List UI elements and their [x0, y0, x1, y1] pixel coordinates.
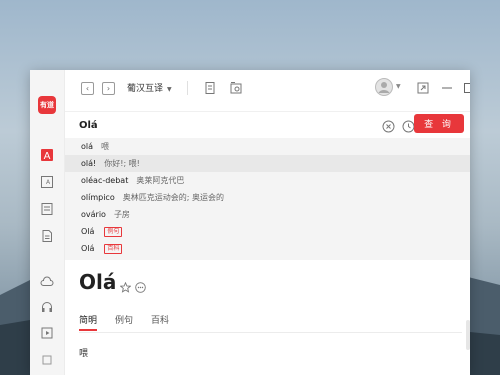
avatar-chevron-icon[interactable]: ▼ [396, 83, 401, 90]
definition-text: 喂 [79, 349, 89, 359]
svg-text:A: A [46, 179, 51, 186]
headset-icon[interactable] [40, 300, 54, 314]
main-panel: ‹ › 葡汉互译 ▼ ▼ Olá 查 询 olá 喂 olá! 你好!; 喂! … [65, 70, 470, 375]
list-item[interactable]: Olá 例句 [65, 223, 470, 240]
search-bar: 查 询 [65, 111, 470, 138]
encyclopedia-tag-badge: 百科 [104, 243, 123, 254]
back-button[interactable]: ‹ [81, 82, 94, 95]
tabs-divider [79, 332, 462, 333]
suggestion-list: olá 喂 olá! 你好!; 喂! oléac-debat 奥莱阿克代巴 ol… [65, 138, 470, 260]
notes-icon[interactable] [203, 80, 217, 94]
language-selector[interactable]: 葡汉互译 ▼ [127, 81, 172, 94]
screenshot-translate-icon[interactable] [229, 80, 243, 94]
toolbar-divider [187, 81, 188, 95]
square-icon[interactable] [40, 353, 54, 367]
list-item[interactable]: oléac-debat 奥莱阿克代巴 [65, 172, 470, 189]
app-logo: 有道 [38, 96, 56, 114]
chevron-down-icon: ▼ [167, 86, 172, 93]
suggestion-word: olímpico [81, 193, 115, 202]
clear-icon[interactable] [382, 118, 395, 133]
list-item[interactable]: ovário 子房 [65, 206, 470, 223]
cloud-icon[interactable] [40, 275, 54, 289]
svg-text:A: A [44, 151, 51, 162]
toolbar: ‹ › 葡汉互译 ▼ ▼ [65, 70, 470, 106]
headword-title: Olá [79, 270, 117, 294]
list-item[interactable]: olá 喂 [65, 138, 470, 155]
list-item[interactable]: olá! 你好!; 喂! [65, 155, 470, 172]
tab-encyclopedia[interactable]: 百科 [151, 313, 169, 326]
video-icon[interactable] [40, 326, 54, 340]
suggestion-word: ovário [81, 210, 106, 219]
search-button[interactable]: 查 询 [414, 114, 464, 133]
suggestion-definition: 奥林匹克运动会的; 奥运会的 [122, 193, 224, 202]
mini-mode-icon[interactable] [416, 80, 430, 94]
tab-concise[interactable]: 简明 [79, 313, 97, 326]
book-icon[interactable] [40, 202, 54, 216]
suggestion-definition: 喂 [101, 142, 110, 151]
document-icon[interactable] [40, 229, 54, 243]
entry-tabs: 简明 例句 百科 [79, 313, 470, 333]
active-tab-indicator [79, 329, 97, 331]
suggestion-definition: 你好!; 喂! [104, 159, 140, 168]
more-options-icon[interactable] [135, 278, 146, 293]
suggestion-word: olá! [81, 159, 97, 168]
dictionary-window: 有道 A A ‹ › 葡汉互译 ▼ ▼ Olá 查 询 olá 喂 olá! 你… [30, 70, 470, 375]
dict-icon[interactable]: A [40, 148, 54, 162]
scrollbar[interactable] [466, 320, 470, 350]
suggestion-word: olá [81, 142, 94, 151]
list-item[interactable]: Olá 百科 [65, 240, 470, 257]
image-text-icon[interactable]: A [40, 175, 54, 189]
minimize-icon[interactable] [440, 80, 454, 94]
suggestion-word: Olá [81, 244, 95, 253]
list-item[interactable]: olímpico 奥林匹克运动会的; 奥运会的 [65, 189, 470, 206]
sidebar: 有道 A A [30, 70, 65, 375]
suggestion-word: oléac-debat [81, 176, 129, 185]
avatar[interactable] [375, 78, 393, 96]
search-input[interactable] [79, 116, 319, 134]
example-tag-badge: 例句 [104, 226, 123, 237]
suggestion-word: Olá [81, 227, 95, 236]
forward-button[interactable]: › [102, 82, 115, 95]
language-pair-label: 葡汉互译 [127, 84, 164, 94]
tab-examples[interactable]: 例句 [115, 313, 133, 326]
maximize-icon[interactable] [462, 80, 470, 94]
suggestion-definition: 子房 [113, 210, 130, 219]
suggestion-definition: 奥莱阿克代巴 [136, 176, 185, 185]
star-icon[interactable] [119, 278, 132, 293]
